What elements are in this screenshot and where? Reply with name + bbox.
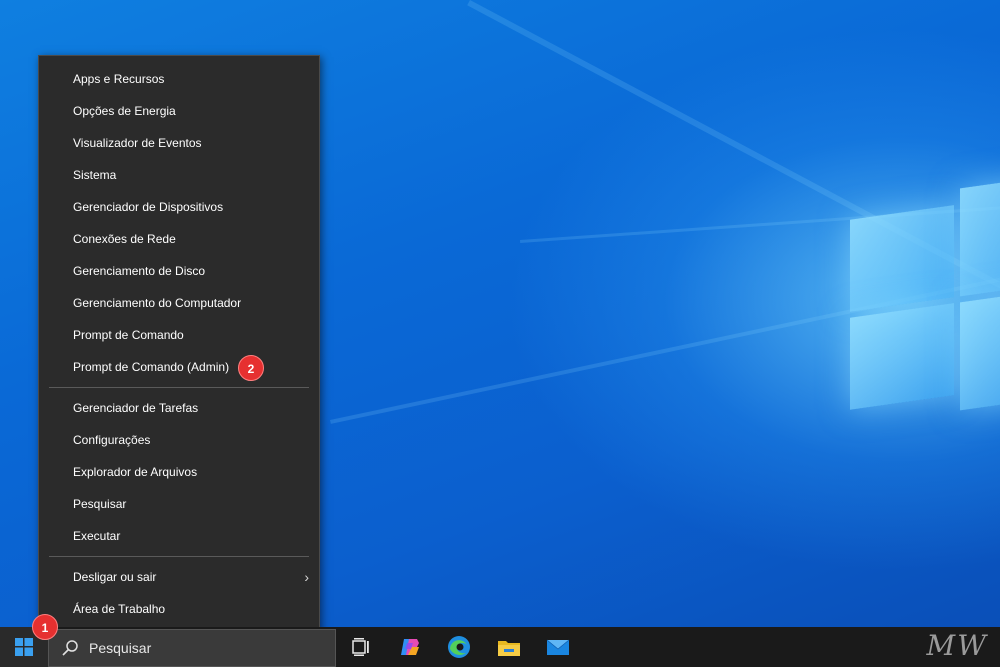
chevron-right-icon: › xyxy=(304,569,309,585)
menu-item-gerenciamento-computador[interactable]: Gerenciamento do Computador xyxy=(39,287,319,319)
search-placeholder: Pesquisar xyxy=(89,640,152,656)
windows-logo-wallpaper xyxy=(848,173,1000,427)
menu-item-apps-recursos[interactable]: Apps e Recursos xyxy=(39,63,319,95)
menu-item-gerenciador-dispositivos[interactable]: Gerenciador de Dispositivos xyxy=(39,191,319,223)
mail-icon[interactable] xyxy=(544,633,572,661)
task-view-icon[interactable] xyxy=(347,633,375,661)
menu-item-gerenciamento-disco[interactable]: Gerenciamento de Disco xyxy=(39,255,319,287)
windows-start-icon xyxy=(15,638,33,656)
menu-item-conexoes-rede[interactable]: Conexões de Rede xyxy=(39,223,319,255)
menu-item-visualizador-eventos[interactable]: Visualizador de Eventos xyxy=(39,127,319,159)
step-badge-1: 1 xyxy=(32,614,58,640)
search-icon xyxy=(62,640,78,656)
taskbar: Pesquisar MW xyxy=(0,627,1000,667)
menu-item-sistema[interactable]: Sistema xyxy=(39,159,319,191)
edge-icon[interactable] xyxy=(445,633,473,661)
menu-item-desligar-sair[interactable]: Desligar ou sair › xyxy=(39,561,319,593)
copilot-icon[interactable] xyxy=(396,633,424,661)
menu-item-explorador-arquivos[interactable]: Explorador de Arquivos xyxy=(39,456,319,488)
menu-item-opcoes-energia[interactable]: Opções de Energia xyxy=(39,95,319,127)
menu-item-gerenciador-tarefas[interactable]: Gerenciador de Tarefas xyxy=(39,392,319,424)
file-explorer-icon[interactable] xyxy=(495,633,523,661)
menu-separator xyxy=(49,387,309,388)
step-badge-2: 2 xyxy=(238,355,264,381)
menu-item-label: Desligar ou sair xyxy=(73,570,157,584)
menu-item-area-trabalho[interactable]: Área de Trabalho xyxy=(39,593,319,625)
watermark-logo: MW xyxy=(926,629,988,662)
menu-item-executar[interactable]: Executar xyxy=(39,520,319,552)
winx-context-menu: Apps e Recursos Opções de Energia Visual… xyxy=(38,55,320,633)
menu-item-pesquisar[interactable]: Pesquisar xyxy=(39,488,319,520)
menu-separator xyxy=(49,556,309,557)
taskbar-search-box[interactable]: Pesquisar xyxy=(48,629,336,667)
menu-item-prompt-comando[interactable]: Prompt de Comando xyxy=(39,319,319,351)
menu-item-configuracoes[interactable]: Configurações xyxy=(39,424,319,456)
menu-item-prompt-comando-admin[interactable]: Prompt de Comando (Admin) xyxy=(39,351,319,383)
